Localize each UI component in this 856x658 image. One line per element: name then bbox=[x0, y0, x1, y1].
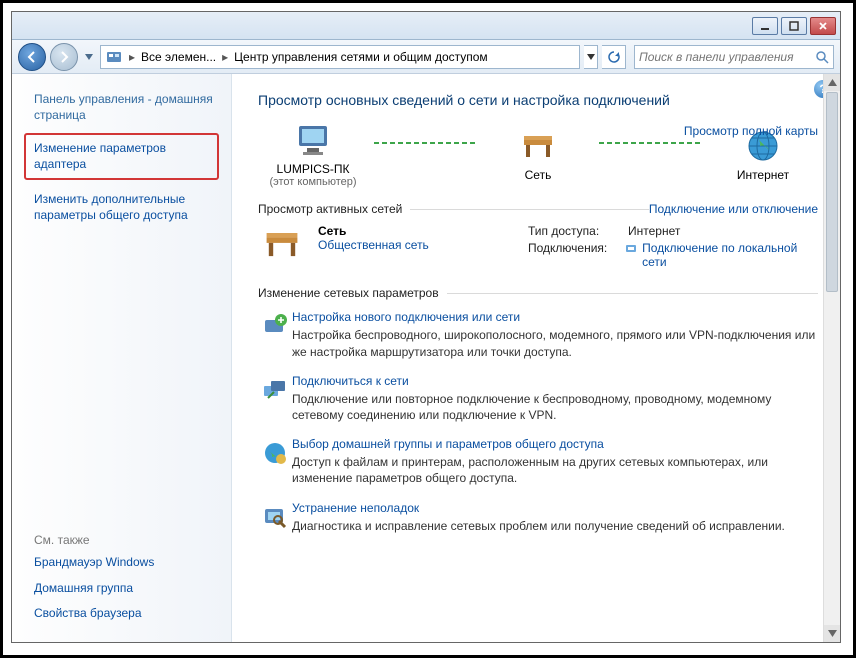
breadcrumb-dropdown[interactable] bbox=[584, 45, 598, 69]
control-panel-icon bbox=[105, 48, 123, 66]
connection-link[interactable]: Подключение по локальной сети bbox=[642, 241, 818, 269]
computer-icon bbox=[293, 122, 333, 158]
sidebar-home-link[interactable]: Панель управления - домашняя страница bbox=[34, 92, 217, 123]
sidebar-advanced-sharing[interactable]: Изменить дополнительные параметры общего… bbox=[34, 192, 217, 223]
breadcrumb[interactable]: ▸ Все элемен... ▸ Центр управления сетям… bbox=[100, 45, 580, 69]
sidebar-homegroup-link[interactable]: Домашняя группа bbox=[34, 581, 217, 597]
main-panel: ? Просмотр основных сведений о сети и на… bbox=[232, 74, 840, 642]
bench-icon bbox=[258, 224, 306, 264]
breadcrumb-separator: ▸ bbox=[220, 50, 230, 64]
task-connect-network[interactable]: Подключиться к сети Подключение или повт… bbox=[258, 374, 818, 423]
search-icon bbox=[815, 50, 829, 64]
search-field[interactable] bbox=[639, 50, 815, 64]
scroll-down-button[interactable] bbox=[824, 625, 840, 642]
access-type-value: Интернет bbox=[628, 224, 680, 238]
scrollbar[interactable] bbox=[823, 74, 840, 642]
map-node-label: LUMPICS-ПК bbox=[277, 162, 350, 176]
section-change-settings: Изменение сетевых параметров bbox=[258, 286, 818, 300]
page-title: Просмотр основных сведений о сети и наст… bbox=[258, 92, 818, 108]
network-name: Сеть bbox=[318, 224, 528, 238]
task-description: Диагностика и исправление сетевых пробле… bbox=[292, 518, 818, 534]
map-connection-line bbox=[599, 142, 702, 144]
nav-history-dropdown[interactable] bbox=[82, 45, 96, 69]
troubleshoot-icon bbox=[258, 501, 292, 534]
nav-back-button[interactable] bbox=[18, 43, 46, 71]
close-button[interactable] bbox=[810, 17, 836, 35]
connect-disconnect-link[interactable]: Подключение или отключение bbox=[649, 202, 818, 216]
task-title[interactable]: Выбор домашней группы и параметров общег… bbox=[292, 437, 818, 451]
nic-icon bbox=[624, 241, 638, 269]
task-homegroup[interactable]: Выбор домашней группы и параметров общег… bbox=[258, 437, 818, 486]
new-connection-icon bbox=[258, 310, 292, 359]
task-description: Настройка беспроводного, широкополосного… bbox=[292, 327, 818, 359]
task-new-connection[interactable]: Настройка нового подключения или сети На… bbox=[258, 310, 818, 359]
task-title[interactable]: Настройка нового подключения или сети bbox=[292, 310, 818, 324]
sidebar-browser-link[interactable]: Свойства браузера bbox=[34, 606, 217, 622]
network-map: Просмотр полной карты LUMPICS-ПК (этот к… bbox=[258, 122, 818, 188]
nav-forward-button[interactable] bbox=[50, 43, 78, 71]
task-description: Подключение или повторное подключение к … bbox=[292, 391, 818, 423]
map-connection-line bbox=[374, 142, 477, 144]
task-title[interactable]: Подключиться к сети bbox=[292, 374, 818, 388]
connections-label: Подключения: bbox=[528, 241, 624, 269]
access-type-label: Тип доступа: bbox=[528, 224, 628, 238]
homegroup-icon bbox=[258, 437, 292, 486]
task-title[interactable]: Устранение неполадок bbox=[292, 501, 818, 515]
sidebar-firewall-link[interactable]: Брандмауэр Windows bbox=[34, 555, 217, 571]
breadcrumb-separator: ▸ bbox=[127, 50, 137, 64]
titlebar bbox=[12, 12, 840, 40]
bench-icon bbox=[518, 128, 558, 164]
window-frame: ▸ Все элемен... ▸ Центр управления сетям… bbox=[11, 11, 841, 643]
connect-network-icon bbox=[258, 374, 292, 423]
divider bbox=[447, 293, 818, 294]
sidebar: Панель управления - домашняя страница Из… bbox=[12, 74, 232, 642]
content-body: Панель управления - домашняя страница Из… bbox=[12, 74, 840, 642]
network-type-link[interactable]: Общественная сеть bbox=[318, 238, 528, 252]
refresh-button[interactable] bbox=[602, 45, 626, 69]
address-bar: ▸ Все элемен... ▸ Центр управления сетям… bbox=[12, 40, 840, 74]
breadcrumb-segment[interactable]: Все элемен... bbox=[137, 50, 220, 64]
active-network-row: Сеть Общественная сеть Тип доступа: Инте… bbox=[258, 224, 818, 272]
map-node-pc[interactable]: LUMPICS-ПК (этот компьютер) bbox=[258, 122, 368, 188]
search-input[interactable] bbox=[634, 45, 834, 69]
maximize-button[interactable] bbox=[781, 17, 807, 35]
sidebar-seealso-label: См. также bbox=[34, 533, 217, 547]
scroll-thumb[interactable] bbox=[826, 92, 838, 292]
scroll-up-button[interactable] bbox=[824, 74, 840, 91]
map-node-sublabel: (этот компьютер) bbox=[269, 176, 356, 188]
task-troubleshoot[interactable]: Устранение неполадок Диагностика и испра… bbox=[258, 501, 818, 534]
sidebar-adapter-settings[interactable]: Изменение параметров адаптера bbox=[24, 133, 219, 180]
map-node-label: Сеть bbox=[525, 168, 552, 182]
minimize-button[interactable] bbox=[752, 17, 778, 35]
breadcrumb-segment[interactable]: Центр управления сетями и общим доступом bbox=[230, 50, 492, 64]
section-label: Просмотр активных сетей bbox=[258, 202, 402, 216]
section-active-networks: Просмотр активных сетей Подключение или … bbox=[258, 202, 818, 216]
section-label: Изменение сетевых параметров bbox=[258, 286, 439, 300]
full-map-link[interactable]: Просмотр полной карты bbox=[684, 124, 818, 138]
map-node-label: Интернет bbox=[737, 168, 789, 182]
divider bbox=[410, 209, 649, 210]
task-description: Доступ к файлам и принтерам, расположенн… bbox=[292, 454, 818, 486]
map-node-network[interactable]: Сеть bbox=[483, 128, 593, 182]
